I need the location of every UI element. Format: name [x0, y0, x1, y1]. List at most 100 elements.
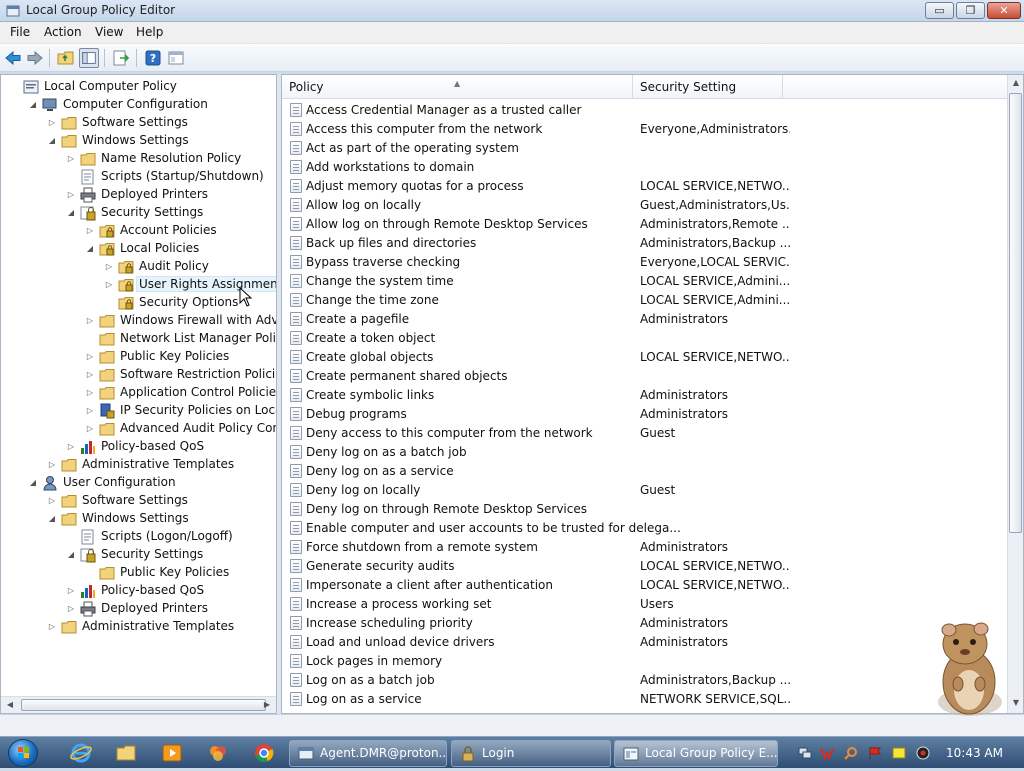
expand-arrow-icon[interactable]: ▷: [104, 261, 114, 273]
policy-row[interactable]: Impersonate a client after authenticatio…: [282, 576, 1007, 595]
tree-item[interactable]: Public Key Policies: [1, 564, 276, 582]
policy-row[interactable]: Back up files and directories Administrat…: [282, 234, 1007, 253]
taskbar-app-agent-dmr[interactable]: Agent.DMR@proton...: [289, 740, 447, 767]
tree-item[interactable]: Local Computer Policy: [1, 78, 276, 96]
expand-arrow-icon[interactable]: ▷: [85, 369, 95, 381]
collapse-arrow-icon[interactable]: ◢: [85, 243, 95, 255]
tree-horizontal-scrollbar[interactable]: ◀ ▶: [1, 696, 276, 713]
expand-arrow-icon[interactable]: ▷: [85, 225, 95, 237]
tree-item[interactable]: ▷ Administrative Templates: [1, 618, 276, 636]
minimize-button[interactable]: ▭: [925, 2, 954, 19]
collapse-arrow-icon[interactable]: ◢: [47, 513, 57, 525]
tree-item[interactable]: ▷ Windows Firewall with Advanced: [1, 312, 276, 330]
taskbar-app-group-policy-editor[interactable]: Local Group Policy E...: [614, 740, 778, 767]
tree-item[interactable]: ▷ Software Settings: [1, 492, 276, 510]
tree-item[interactable]: ◢ User Configuration: [1, 474, 276, 492]
expand-arrow-icon[interactable]: ▷: [66, 603, 76, 615]
tree-item[interactable]: ▷ Deployed Printers: [1, 600, 276, 618]
policy-row[interactable]: Add workstations to domain: [282, 158, 1007, 177]
expand-arrow-icon[interactable]: ▷: [47, 621, 57, 633]
close-button[interactable]: ✕: [987, 2, 1021, 19]
forward-arrow-icon[interactable]: [25, 48, 45, 68]
policy-row[interactable]: Load and unload device drivers Administra…: [282, 633, 1007, 652]
expand-arrow-icon[interactable]: ▷: [47, 495, 57, 507]
expand-arrow-icon[interactable]: ▷: [47, 117, 57, 129]
menu-help[interactable]: Help: [136, 25, 163, 39]
policy-row[interactable]: Log on as a service NETWORK SERVICE,SQL..…: [282, 690, 1007, 709]
policy-row[interactable]: Increase scheduling priority Administrato…: [282, 614, 1007, 633]
policy-row[interactable]: Debug programs Administrators: [282, 405, 1007, 424]
tree-item[interactable]: ▷ Advanced Audit Policy Configura: [1, 420, 276, 438]
policy-row[interactable]: Deny log on through Remote Desktop Servi…: [282, 500, 1007, 519]
tree-item[interactable]: ▷ User Rights Assignment: [1, 276, 276, 294]
tree-item[interactable]: ▷ Policy-based QoS: [1, 438, 276, 456]
policy-row[interactable]: Generate security audits LOCAL SERVICE,NE…: [282, 557, 1007, 576]
policy-row[interactable]: Deny log on as a batch job: [282, 443, 1007, 462]
expand-arrow-icon[interactable]: ▷: [85, 423, 95, 435]
policy-row[interactable]: Access Credential Manager as a trusted c…: [282, 101, 1007, 120]
policy-row[interactable]: Deny access to this computer from the ne…: [282, 424, 1007, 443]
collapse-arrow-icon[interactable]: ◢: [47, 135, 57, 147]
webcam-tray-icon[interactable]: [916, 746, 930, 760]
expand-arrow-icon[interactable]: ▷: [85, 315, 95, 327]
show-hide-tree-icon[interactable]: [79, 48, 99, 68]
expand-arrow-icon[interactable]: ▷: [104, 279, 114, 291]
menu-action[interactable]: Action: [44, 25, 82, 39]
paint-tool-icon[interactable]: [206, 741, 230, 765]
policy-row[interactable]: Enable computer and user accounts to be …: [282, 519, 1007, 538]
tree-item[interactable]: ▷ Account Policies: [1, 222, 276, 240]
scroll-down-arrow-icon[interactable]: ▼: [1010, 697, 1022, 709]
policy-row[interactable]: Deny log on locally Guest: [282, 481, 1007, 500]
expand-arrow-icon[interactable]: ▷: [85, 351, 95, 363]
taskbar-clock[interactable]: 10:43 AM: [946, 746, 1003, 760]
search-tray-icon[interactable]: [844, 746, 858, 760]
help-icon[interactable]: ?: [143, 48, 163, 68]
column-header-security-setting[interactable]: Security Setting: [633, 75, 783, 99]
policy-row[interactable]: Adjust memory quotas for a process LOCAL …: [282, 177, 1007, 196]
policy-row[interactable]: Create symbolic links Administrators: [282, 386, 1007, 405]
tree-item[interactable]: Security Options: [1, 294, 276, 312]
policy-row[interactable]: Create global objects LOCAL SERVICE,NETWO…: [282, 348, 1007, 367]
maximize-button[interactable]: ❐: [956, 2, 985, 19]
tree-item[interactable]: ◢ Security Settings: [1, 204, 276, 222]
policy-row[interactable]: Change the time zone LOCAL SERVICE,Admini…: [282, 291, 1007, 310]
policy-row[interactable]: Bypass traverse checking Everyone,LOCAL S…: [282, 253, 1007, 272]
tree-item[interactable]: ▷ Deployed Printers: [1, 186, 276, 204]
collapse-arrow-icon[interactable]: ◢: [66, 207, 76, 219]
policy-row[interactable]: Allow log on locally Guest,Administrators…: [282, 196, 1007, 215]
policy-row[interactable]: Act as part of the operating system: [282, 139, 1007, 158]
menu-view[interactable]: View: [95, 25, 123, 39]
expand-arrow-icon[interactable]: ▷: [66, 189, 76, 201]
tree-item[interactable]: ◢ Windows Settings: [1, 510, 276, 528]
scroll-thumb[interactable]: [1009, 93, 1022, 533]
policy-row[interactable]: Log on as a batch job Administrators,Back…: [282, 671, 1007, 690]
tree-item[interactable]: ▷ Public Key Policies: [1, 348, 276, 366]
tree-item[interactable]: Network List Manager Policies: [1, 330, 276, 348]
tree-item[interactable]: ▷ Name Resolution Policy: [1, 150, 276, 168]
scroll-left-arrow-icon[interactable]: ◀: [4, 699, 16, 711]
back-arrow-icon[interactable]: [3, 48, 23, 68]
policy-row[interactable]: Create a pagefile Administrators: [282, 310, 1007, 329]
expand-arrow-icon[interactable]: ▷: [66, 441, 76, 453]
internet-explorer-icon[interactable]: [69, 741, 93, 765]
menu-file[interactable]: File: [10, 25, 30, 39]
policy-row[interactable]: Change the system time LOCAL SERVICE,Admi…: [282, 272, 1007, 291]
media-player-icon[interactable]: [160, 741, 184, 765]
taskbar-app-login[interactable]: Login: [451, 740, 611, 767]
tree-item[interactable]: Scripts (Logon/Logoff): [1, 528, 276, 546]
network-tray-icon[interactable]: [798, 746, 812, 760]
column-header-policy[interactable]: Policy ▲: [282, 75, 633, 99]
tree-item[interactable]: ▷ Administrative Templates: [1, 456, 276, 474]
tree-item[interactable]: ◢ Security Settings: [1, 546, 276, 564]
tree-item[interactable]: ◢ Computer Configuration: [1, 96, 276, 114]
properties-icon[interactable]: [166, 48, 186, 68]
tree-item[interactable]: ▷ Software Settings: [1, 114, 276, 132]
policy-row[interactable]: Increase a process working set Users: [282, 595, 1007, 614]
expand-arrow-icon[interactable]: ▷: [66, 585, 76, 597]
policy-row[interactable]: Lock pages in memory: [282, 652, 1007, 671]
export-list-icon[interactable]: [111, 48, 131, 68]
antivirus-tray-icon[interactable]: [820, 746, 834, 760]
policy-row[interactable]: Deny log on as a service: [282, 462, 1007, 481]
expand-arrow-icon[interactable]: ▷: [85, 387, 95, 399]
tree-item[interactable]: ◢ Windows Settings: [1, 132, 276, 150]
